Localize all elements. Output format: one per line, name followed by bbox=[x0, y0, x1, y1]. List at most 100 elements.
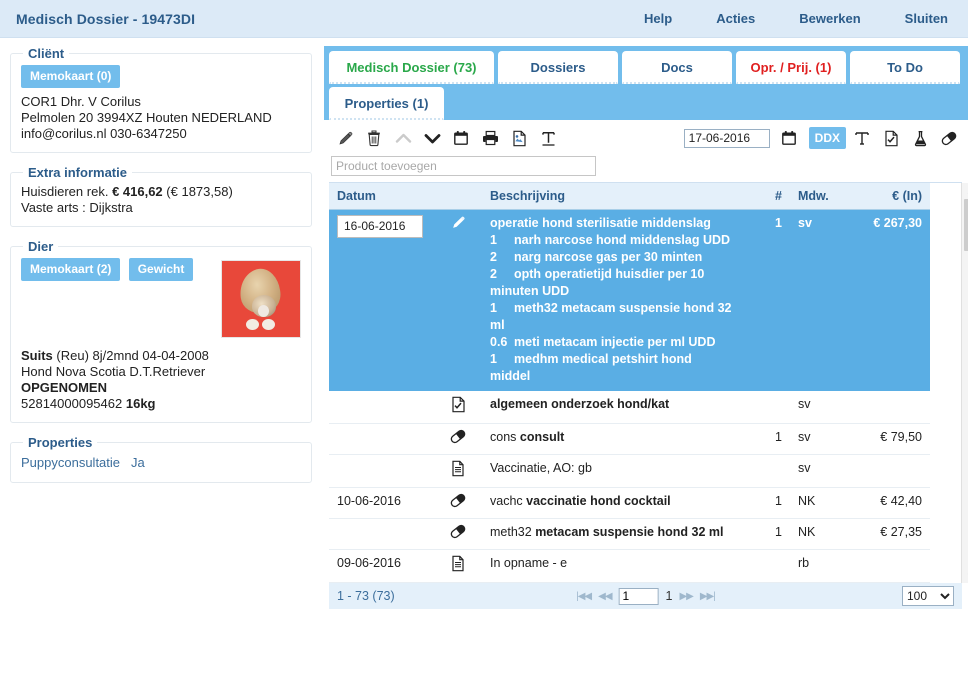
tab-medisch-dossier[interactable]: Medisch Dossier (73) bbox=[329, 51, 494, 84]
col-header-aantal[interactable]: # bbox=[740, 183, 790, 210]
text-tool-icon[interactable] bbox=[849, 125, 875, 151]
tab-dossiers[interactable]: Dossiers bbox=[498, 51, 618, 84]
extra-info-panel: Extra informatie Huisdieren rek. € 416,6… bbox=[10, 165, 312, 227]
col-header-mdw[interactable]: Mdw. bbox=[790, 183, 848, 210]
tab-properties[interactable]: Properties (1) bbox=[329, 87, 444, 120]
record-toolbar: DDX bbox=[324, 120, 968, 154]
move-down-chevron-icon[interactable] bbox=[419, 125, 445, 151]
row-date-editor[interactable]: 16-06-2016 bbox=[337, 215, 423, 238]
document-image-icon[interactable] bbox=[506, 125, 532, 151]
cell-bedrag: € 267,30 bbox=[848, 209, 930, 391]
animal-buttons: Memokaart (2) Gewicht bbox=[21, 258, 215, 287]
tab-opr-prij[interactable]: Opr. / Prij. (1) bbox=[736, 51, 846, 84]
animal-weight: 16kg bbox=[125, 396, 156, 411]
ddx-button[interactable]: DDX bbox=[808, 127, 846, 149]
tab-row-primary: Medisch Dossier (73) Dossiers Docs Opr. … bbox=[329, 51, 964, 84]
animal-gewicht-button[interactable]: Gewicht bbox=[128, 258, 194, 281]
table-row[interactable]: 10-06-2016 vachc vaccinatie hond cocktai… bbox=[329, 487, 930, 519]
row-description-main: algemeen onderzoek hond/kat bbox=[490, 397, 670, 411]
cell-beschrijving: operatie hond sterilisatie middenslag 1n… bbox=[482, 209, 740, 391]
cell-icon bbox=[434, 423, 482, 455]
records-table: Datum Beschrijving # Mdw. € (In) 16-06-2… bbox=[329, 183, 930, 583]
next-page-icon[interactable]: ▶▶ bbox=[679, 591, 693, 602]
page-number-input[interactable] bbox=[618, 587, 659, 605]
table-row[interactable]: 09-06-2016 In opname - e rb bbox=[329, 549, 930, 583]
table-row[interactable]: cons consult 1 sv € 79,50 bbox=[329, 423, 930, 455]
medication-pill-icon bbox=[449, 524, 467, 542]
scroll-down-arrow-icon[interactable]: ▼ bbox=[962, 568, 968, 583]
extra-info-legend: Extra informatie bbox=[28, 165, 127, 180]
lab-flask-icon[interactable] bbox=[907, 125, 933, 151]
medication-pill-icon[interactable] bbox=[936, 125, 962, 151]
animal-status: OPGENOMEN bbox=[21, 380, 107, 395]
table-row[interactable]: meth32 metacam suspensie hond 32 ml 1 NK… bbox=[329, 518, 930, 550]
tab-docs[interactable]: Docs bbox=[622, 51, 732, 84]
page-size-select[interactable]: 100 bbox=[902, 586, 954, 606]
print-icon[interactable] bbox=[477, 125, 503, 151]
animal-chip-row: 52814000095462 16kg bbox=[21, 396, 301, 412]
date-picker-calendar-icon[interactable] bbox=[776, 125, 802, 151]
cell-beschrijving: In opname - e bbox=[482, 549, 740, 583]
cell-icon bbox=[434, 518, 482, 550]
tab-to-do[interactable]: To Do bbox=[850, 51, 960, 84]
window-menu: Help Acties Bewerken Sluiten bbox=[644, 11, 948, 26]
menu-acties[interactable]: Acties bbox=[716, 11, 755, 26]
pager-range-label: 1 - 73 (73) bbox=[337, 589, 395, 603]
table-row[interactable]: algemeen onderzoek hond/kat sv bbox=[329, 390, 930, 424]
row-description-sub: 2 narg narcose gas per 30 minten bbox=[490, 250, 703, 264]
first-page-icon[interactable]: |◀◀ bbox=[576, 591, 592, 602]
scroll-up-arrow-icon[interactable]: ▲ bbox=[962, 183, 968, 198]
cell-mdw: sv bbox=[790, 209, 848, 391]
delete-trash-icon[interactable] bbox=[361, 125, 387, 151]
row-description-code: cons bbox=[490, 430, 517, 444]
client-panel-legend: Cliënt bbox=[28, 46, 65, 61]
menu-sluiten[interactable]: Sluiten bbox=[905, 11, 948, 26]
checklist-document-icon[interactable] bbox=[878, 125, 904, 151]
client-memokaart-button[interactable]: Memokaart (0) bbox=[21, 65, 121, 88]
client-address: Pelmolen 20 3994XZ Houten NEDERLAND bbox=[21, 110, 272, 125]
cell-datum[interactable]: 16-06-2016 bbox=[329, 209, 434, 391]
product-search-row bbox=[324, 154, 968, 182]
animal-photo[interactable] bbox=[221, 260, 301, 338]
edit-pencil-icon bbox=[451, 216, 466, 233]
previous-page-icon[interactable]: ◀◀ bbox=[598, 591, 612, 602]
animal-name: Suits bbox=[21, 348, 53, 363]
cell-bedrag: € 79,50 bbox=[848, 423, 930, 455]
vet-label: Vaste arts : bbox=[21, 200, 86, 215]
properties-panel-legend: Properties bbox=[28, 435, 93, 450]
table-header-row: Datum Beschrijving # Mdw. € (In) bbox=[329, 183, 930, 210]
row-description-main: vaccinatie hond cocktail bbox=[526, 494, 671, 508]
cell-mdw: NK bbox=[790, 487, 848, 519]
table-row[interactable]: 16-06-2016 operatie hond sterilisatie mi… bbox=[329, 209, 930, 391]
animal-memokaart-button[interactable]: Memokaart (2) bbox=[21, 258, 121, 281]
col-header-icon bbox=[434, 183, 482, 210]
menu-help[interactable]: Help bbox=[644, 11, 672, 26]
cell-aantal bbox=[740, 549, 790, 583]
menu-bewerken[interactable]: Bewerken bbox=[799, 11, 860, 26]
col-header-bedrag[interactable]: € (In) bbox=[848, 183, 930, 210]
scrollbar-thumb[interactable] bbox=[964, 199, 968, 251]
medication-pill-icon bbox=[449, 493, 467, 511]
edit-pencil-icon[interactable] bbox=[332, 125, 358, 151]
row-description-sub: 1 narh narcose hond middenslag UDD bbox=[490, 233, 731, 247]
cell-datum bbox=[329, 423, 434, 455]
table-row[interactable]: Vaccinatie, AO: gb sv bbox=[329, 454, 930, 488]
cell-aantal: 1 bbox=[740, 209, 790, 391]
date-input[interactable] bbox=[683, 128, 770, 148]
main-content: Medisch Dossier (73) Dossiers Docs Opr. … bbox=[320, 46, 968, 673]
cell-datum bbox=[329, 390, 434, 424]
text-format-icon[interactable] bbox=[535, 125, 561, 151]
cell-datum: 10-06-2016 bbox=[329, 487, 434, 519]
cell-datum bbox=[329, 518, 434, 550]
cell-bedrag: € 42,40 bbox=[848, 487, 930, 519]
last-page-icon[interactable]: ▶▶| bbox=[700, 591, 716, 602]
col-header-datum[interactable]: Datum bbox=[329, 183, 434, 210]
grid-vertical-scrollbar[interactable]: ▲ ▼ bbox=[961, 183, 968, 583]
col-header-beschrijving[interactable]: Beschrijving bbox=[482, 183, 740, 210]
document-icon bbox=[451, 555, 465, 575]
product-search-input[interactable] bbox=[331, 156, 596, 176]
calendar-icon[interactable] bbox=[448, 125, 474, 151]
cell-mdw: sv bbox=[790, 454, 848, 488]
dog-snout-shape bbox=[258, 305, 269, 317]
tab-strip: Medisch Dossier (73) Dossiers Docs Opr. … bbox=[324, 46, 968, 120]
